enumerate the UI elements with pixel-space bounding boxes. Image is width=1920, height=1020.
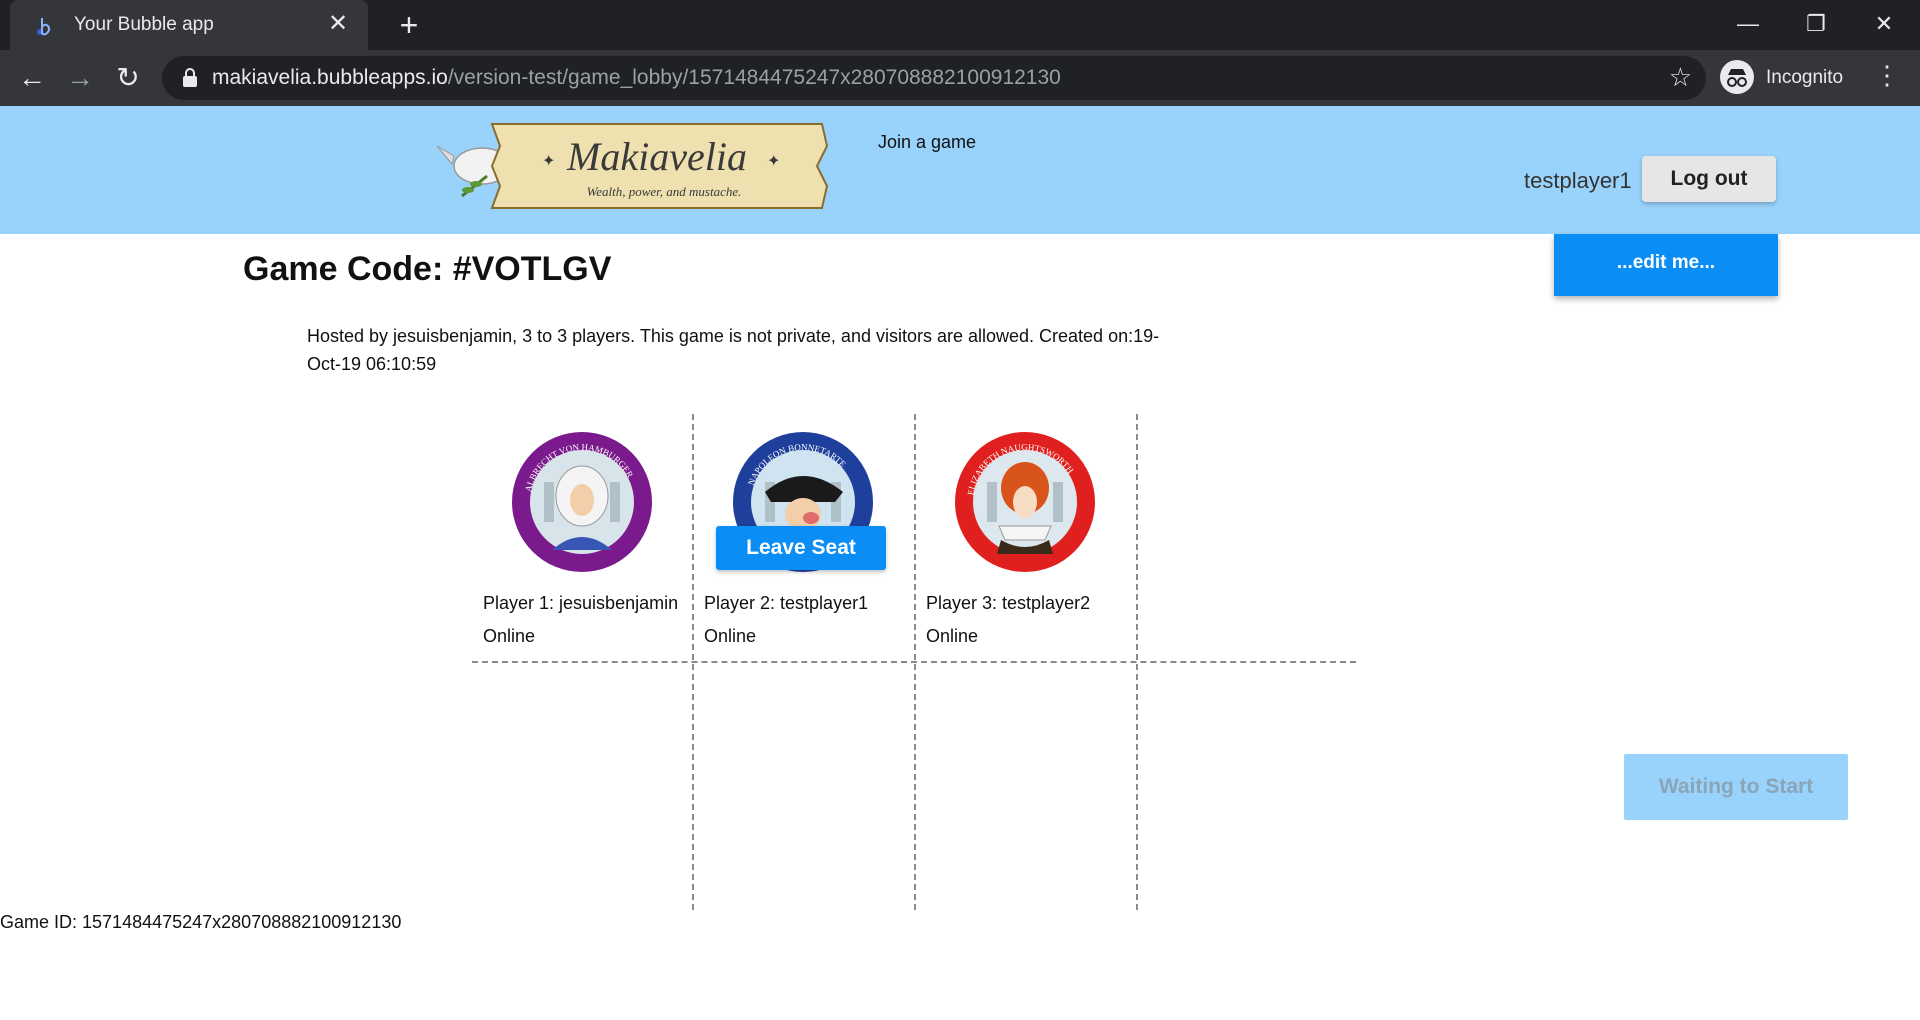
close-window-icon[interactable]: ✕: [1864, 6, 1904, 42]
url-host: makiavelia.bubbleapps.io: [212, 66, 448, 89]
browser-toolbar: ← → ↻ makiavelia.bubbleapps.io/version-t…: [0, 50, 1920, 106]
player-3-avatar: ELIZABETH NAUGHTSWORTH: [955, 432, 1095, 572]
incognito-icon: [1720, 60, 1754, 94]
tab-title: Your Bubble app: [74, 14, 214, 35]
waiting-to-start-button[interactable]: Waiting to Start: [1624, 754, 1848, 820]
forward-arrow-icon[interactable]: →: [62, 60, 98, 96]
minimize-icon[interactable]: —: [1728, 6, 1768, 42]
lock-icon: [183, 68, 197, 87]
svg-text:✦: ✦: [767, 153, 780, 170]
incognito-label: Incognito: [1766, 67, 1844, 88]
grid-divider: [472, 661, 1356, 663]
url-text: makiavelia.bubbleapps.io/version-test/ga…: [212, 66, 1061, 90]
game-description: Hosted by jesuisbenjamin, 3 to 3 players…: [307, 326, 1160, 374]
logout-button[interactable]: Log out: [1642, 156, 1776, 202]
player-2-status: Online: [704, 626, 757, 646]
back-arrow-icon[interactable]: ←: [14, 60, 50, 96]
player-3-name: Player 3: testplayer2: [926, 593, 1091, 613]
browser-tab[interactable]: Your Bubble app ✕: [10, 0, 368, 50]
svg-text:✦: ✦: [542, 153, 555, 170]
join-game-link[interactable]: Join a game: [878, 132, 976, 153]
incognito-profile[interactable]: Incognito: [1720, 56, 1862, 100]
restore-icon[interactable]: ❐: [1796, 6, 1836, 42]
edit-button[interactable]: ...edit me...: [1554, 234, 1778, 296]
game-id-label: Game ID: 1571484475247x28070888210091213…: [0, 912, 402, 932]
app-header: Makiavelia Wealth, power, and mustache. …: [0, 106, 1920, 234]
plus-icon[interactable]: +: [392, 8, 426, 42]
leave-seat-button[interactable]: Leave Seat: [716, 526, 886, 570]
logo-tagline: Wealth, power, and mustache.: [587, 184, 742, 199]
player-2-name: Player 2: testplayer1: [704, 593, 869, 613]
player-1-name: Player 1: jesuisbenjamin: [483, 593, 679, 613]
reload-icon[interactable]: ↻: [110, 60, 146, 96]
bubble-favicon-icon: [37, 18, 51, 36]
logo-title: Makiavelia: [566, 134, 747, 179]
player-1-avatar: ALBRECHT VON HAMBURGER: [512, 432, 652, 572]
star-icon[interactable]: ☆: [1669, 62, 1692, 93]
makiavelia-logo[interactable]: Makiavelia Wealth, power, and mustache. …: [432, 116, 832, 216]
browser-tab-bar: Your Bubble app ✕ + — ❐ ✕: [0, 0, 1920, 50]
player-3-status: Online: [926, 626, 979, 646]
game-code-title: Game Code: #VOTLGV: [243, 250, 612, 288]
address-bar[interactable]: makiavelia.bubbleapps.io/version-test/ga…: [162, 56, 1706, 100]
kebab-menu-icon[interactable]: ⋮: [1872, 60, 1902, 91]
url-path: /version-test/game_lobby/1571484475247x2…: [447, 66, 1061, 89]
username-label: testplayer1: [1524, 168, 1632, 193]
player-1-status: Online: [483, 626, 536, 646]
close-icon[interactable]: ✕: [324, 10, 352, 38]
